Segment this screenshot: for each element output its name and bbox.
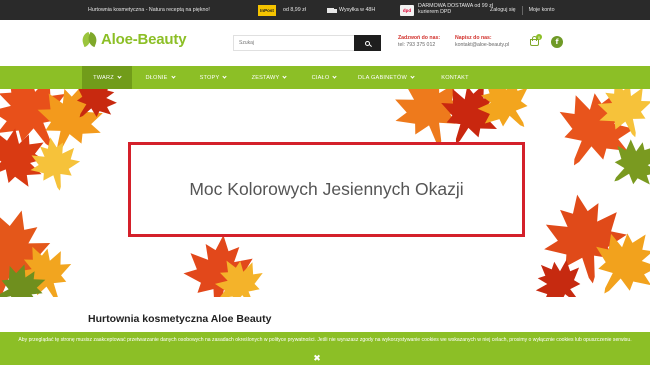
dpd-info: dpd DARMOWA DOSTAWA od 99 zł kurierem DP…	[400, 0, 498, 20]
logo-text-part1: Aloe-	[101, 31, 138, 48]
account-links: Zaloguj się Moje konto	[490, 0, 555, 20]
autumn-banner[interactable]: Moc Kolorowych Jesiennych Okazji	[0, 89, 650, 297]
dpd-text: DARMOWA DOSTAWA od 99 zł kurierem DPD	[418, 3, 493, 15]
dpd-logo-icon: dpd	[400, 4, 414, 16]
chevron-down-icon	[222, 74, 228, 79]
nav-item-kontakt[interactable]: KONTAKT	[430, 66, 480, 89]
cookie-bar: Aby przeglądać tę stronę musisz zaakcept…	[0, 332, 650, 365]
nav-label: DŁONIE	[145, 74, 168, 81]
top-bar: Hurtownia kosmetyczna - Natura receptą n…	[0, 0, 650, 20]
page-title: Hurtownia kosmetyczna Aloe Beauty	[88, 313, 272, 325]
search-button[interactable]	[354, 35, 381, 51]
nav-item-stopy[interactable]: STOPY	[188, 66, 238, 89]
nav-label: ZESTAWY	[251, 74, 280, 81]
my-account-link[interactable]: Moje konto	[529, 7, 555, 13]
nav-item-twarz[interactable]: TWARZ	[82, 66, 132, 89]
nav-label: KONTAKT	[441, 74, 469, 81]
nav-label: STOPY	[199, 74, 220, 81]
cart-button[interactable]: 0	[529, 34, 542, 47]
site-header: Aloe-Beauty Zadzwoń do nas: tel: 793 375…	[0, 20, 650, 66]
login-link[interactable]: Zaloguj się	[490, 7, 516, 13]
nav-label: TWARZ	[93, 74, 114, 81]
cart-count: 0	[536, 34, 542, 40]
nav-item-zestawy[interactable]: ZESTAWY	[240, 66, 298, 89]
nav-item-dlonie[interactable]: DŁONIE	[134, 66, 186, 89]
shipping-info: Wysyłka w 48H	[327, 0, 375, 20]
nav-label: DLA GABINETÓW	[358, 74, 407, 81]
leaf-logo-icon	[80, 31, 99, 48]
banner-frame: Moc Kolorowych Jesiennych Okazji	[128, 142, 525, 237]
email-value[interactable]: kontakt@aloe-beauty.pl	[455, 42, 509, 49]
phone-value[interactable]: tel: 793 375 012	[398, 42, 440, 49]
inpost-price: od 8,99 zł	[283, 7, 306, 13]
search-input[interactable]	[233, 35, 354, 51]
main-nav: TWARZ DŁONIE STOPY ZESTAWY CIAŁO DLA GAB…	[0, 66, 650, 89]
logo-text: Aloe-Beauty	[101, 31, 187, 48]
chevron-down-icon	[117, 74, 122, 79]
search-form	[233, 35, 381, 51]
inpost-logo-icon: InPost	[258, 4, 276, 16]
close-icon[interactable]: ✖	[311, 353, 323, 365]
nav-label: CIAŁO	[311, 74, 330, 81]
shipping-time: Wysyłka w 48H	[339, 7, 376, 13]
logo-text-part2: Beauty	[137, 31, 187, 48]
email-label: Napisz do nas:	[455, 35, 492, 41]
email-contact: Napisz do nas: kontakt@aloe-beauty.pl	[455, 35, 509, 49]
chevron-down-icon	[282, 74, 288, 79]
search-icon	[365, 40, 370, 46]
chevron-down-icon	[410, 74, 415, 79]
chevron-down-icon	[332, 74, 338, 79]
inpost-info: InPost od 8,99 zł	[258, 0, 306, 20]
banner-headline: Moc Kolorowych Jesiennych Okazji	[189, 179, 464, 199]
facebook-icon[interactable]: f	[551, 36, 563, 48]
cookie-text: Aby przeglądać tę stronę musisz zaakcept…	[18, 337, 632, 343]
divider	[521, 5, 523, 15]
tagline: Hurtownia kosmetyczna - Natura receptą n…	[88, 7, 210, 13]
logo[interactable]: Aloe-Beauty	[80, 31, 187, 48]
nav-item-dla-gabinetow[interactable]: DLA GABINETÓW	[350, 66, 422, 89]
phone-label: Zadzwoń do nas:	[398, 35, 441, 41]
chevron-down-icon	[170, 74, 176, 79]
phone-contact: Zadzwoń do nas: tel: 793 375 012	[398, 35, 440, 49]
nav-item-cialo[interactable]: CIAŁO	[300, 66, 348, 89]
cart-icon	[530, 39, 539, 46]
truck-icon	[327, 7, 337, 13]
